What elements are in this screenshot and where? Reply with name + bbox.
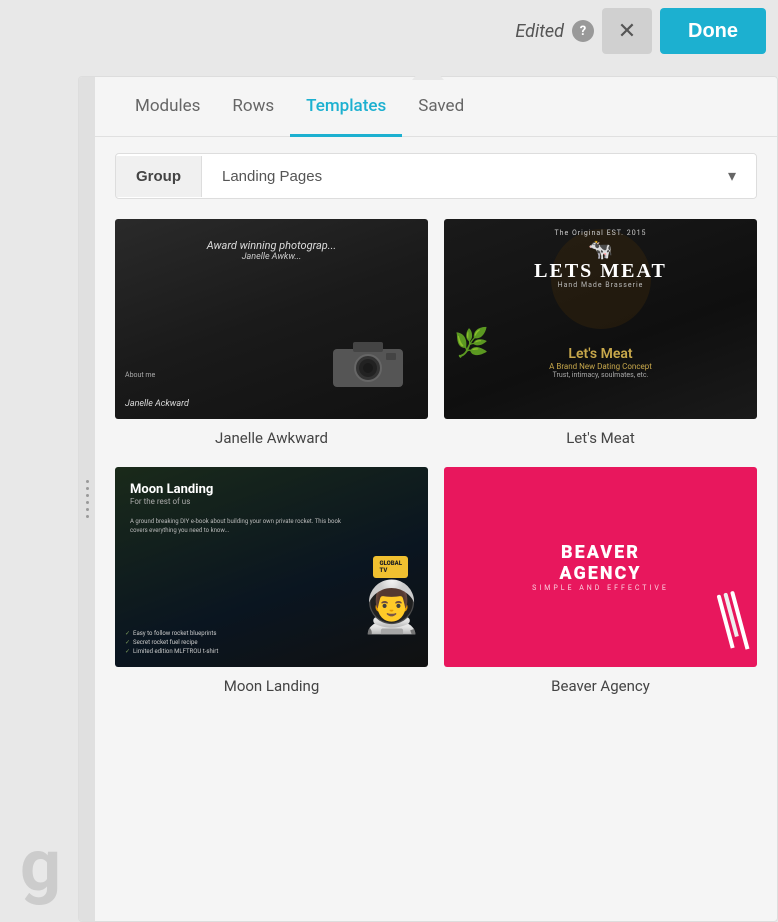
- drag-dot: [86, 508, 89, 511]
- help-icon[interactable]: ?: [572, 20, 594, 42]
- moon-main-title: Moon Landing: [130, 482, 213, 497]
- template-card-beaver[interactable]: BEAVER AGENCY SIMPLE AND EFFECTIVE Beav: [444, 467, 757, 699]
- drag-dot: [86, 487, 89, 490]
- moon-bullets-section: Easy to follow rocket blueprints Secret …: [125, 630, 218, 657]
- template-thumb-moon: Moon Landing For the rest of us A ground…: [115, 467, 428, 667]
- template-grid: Award winning photograp... Janelle Awkw.…: [115, 219, 757, 699]
- drag-handle[interactable]: [79, 77, 95, 921]
- janelle-name-text: Janelle Awkw...: [207, 252, 336, 262]
- letsmeat-header: The Original EST. 2015 🐄 LETS MEAT Hand …: [534, 229, 667, 289]
- letsmeat-cow-icon: 🐄: [534, 237, 667, 261]
- panel-arrow: [412, 62, 444, 80]
- drag-dot: [86, 515, 89, 518]
- template-label-janelle: Janelle Awkward: [115, 419, 428, 451]
- template-label-moon: Moon Landing: [115, 667, 428, 699]
- moon-tv-badge: GLOBALTV: [373, 556, 408, 578]
- tabs-container: Modules Rows Templates Saved: [95, 77, 777, 137]
- moon-bullet-2: Secret rocket fuel recipe: [125, 639, 218, 646]
- template-thumb-letsmeat: The Original EST. 2015 🐄 LETS MEAT Hand …: [444, 219, 757, 419]
- janelle-award-text: Award winning photograp...: [207, 239, 336, 252]
- janelle-header-text: Award winning photograp... Janelle Awkw.…: [207, 239, 336, 262]
- moon-astronaut-icon: 👨‍🚀: [361, 579, 423, 637]
- thumb-inner-letsmeat: The Original EST. 2015 🐄 LETS MEAT Hand …: [444, 219, 757, 419]
- template-card-letsmeat[interactable]: The Original EST. 2015 🐄 LETS MEAT Hand …: [444, 219, 757, 451]
- letsmeat-concept-sub: A Brand New Dating Concept: [549, 362, 652, 371]
- panel-wrapper: Modules Rows Templates Saved Group Landi…: [78, 62, 778, 922]
- template-label-beaver: Beaver Agency: [444, 667, 757, 699]
- tab-templates[interactable]: Templates: [290, 77, 402, 137]
- tab-rows[interactable]: Rows: [216, 77, 290, 137]
- janelle-signature: Janelle Ackward: [125, 399, 189, 409]
- template-thumb-janelle: Award winning photograp... Janelle Awkw.…: [115, 219, 428, 419]
- moon-sub-title: For the rest of us: [130, 497, 213, 506]
- letsmeat-est-text: The Original EST. 2015: [534, 229, 667, 237]
- tab-modules[interactable]: Modules: [119, 77, 216, 137]
- template-label-letsmeat: Let's Meat: [444, 419, 757, 451]
- moon-bullet-3: Limited edition MLFTROU t-shirt: [125, 648, 218, 655]
- drag-dot: [86, 480, 89, 483]
- moon-bullet-1: Easy to follow rocket blueprints: [125, 630, 218, 637]
- done-button[interactable]: Done: [660, 8, 766, 54]
- group-button[interactable]: Group: [116, 156, 202, 197]
- moon-title-section: Moon Landing For the rest of us: [130, 482, 213, 506]
- template-thumb-beaver: BEAVER AGENCY SIMPLE AND EFFECTIVE: [444, 467, 757, 667]
- janelle-about-label: About me: [125, 371, 155, 379]
- chevron-down-icon: ▾: [728, 166, 736, 186]
- top-bar: Edited ? ✕ Done: [503, 0, 778, 62]
- thumb-inner-moon: Moon Landing For the rest of us A ground…: [115, 467, 428, 667]
- group-selector: Group Landing Pages ▾: [115, 153, 757, 199]
- letsmeat-subtitle: Hand Made Brasserie: [534, 281, 667, 289]
- landing-pages-button[interactable]: Landing Pages ▾: [202, 154, 756, 198]
- beaver-sub-title: SIMPLE AND EFFECTIVE: [522, 584, 679, 592]
- drag-dot: [86, 501, 89, 504]
- letsmeat-main-title: LETS MEAT: [534, 261, 667, 281]
- letsmeat-herb-icon: 🌿: [454, 326, 489, 359]
- thumb-inner-beaver: BEAVER AGENCY SIMPLE AND EFFECTIVE: [444, 467, 757, 667]
- landing-pages-label: Landing Pages: [222, 168, 322, 185]
- edited-label: Edited: [515, 21, 564, 42]
- letsmeat-bottom-section: Let's Meat A Brand New Dating Concept Tr…: [549, 346, 652, 379]
- moon-body-text: A ground breaking DIY e-book about build…: [130, 517, 348, 535]
- letsmeat-concept-title: Let's Meat: [549, 346, 652, 362]
- tab-saved[interactable]: Saved: [402, 77, 480, 137]
- letsmeat-desc-text: Trust, intimacy, soulmates, etc.: [549, 371, 652, 379]
- panel-content: Group Landing Pages ▾ Award winning phot…: [95, 137, 777, 920]
- close-button[interactable]: ✕: [602, 8, 652, 54]
- camera-icon: [328, 334, 408, 389]
- beaver-title-section: BEAVER AGENCY SIMPLE AND EFFECTIVE: [522, 542, 679, 592]
- template-card-janelle[interactable]: Award winning photograp... Janelle Awkw.…: [115, 219, 428, 451]
- panel: Modules Rows Templates Saved Group Landi…: [78, 76, 778, 922]
- template-card-moon[interactable]: Moon Landing For the rest of us A ground…: [115, 467, 428, 699]
- beaver-main-title: BEAVER AGENCY: [522, 542, 679, 584]
- beaver-pencils-icon: [717, 591, 750, 654]
- drag-dot: [86, 494, 89, 497]
- thumb-inner-janelle: Award winning photograp... Janelle Awkw.…: [115, 219, 428, 419]
